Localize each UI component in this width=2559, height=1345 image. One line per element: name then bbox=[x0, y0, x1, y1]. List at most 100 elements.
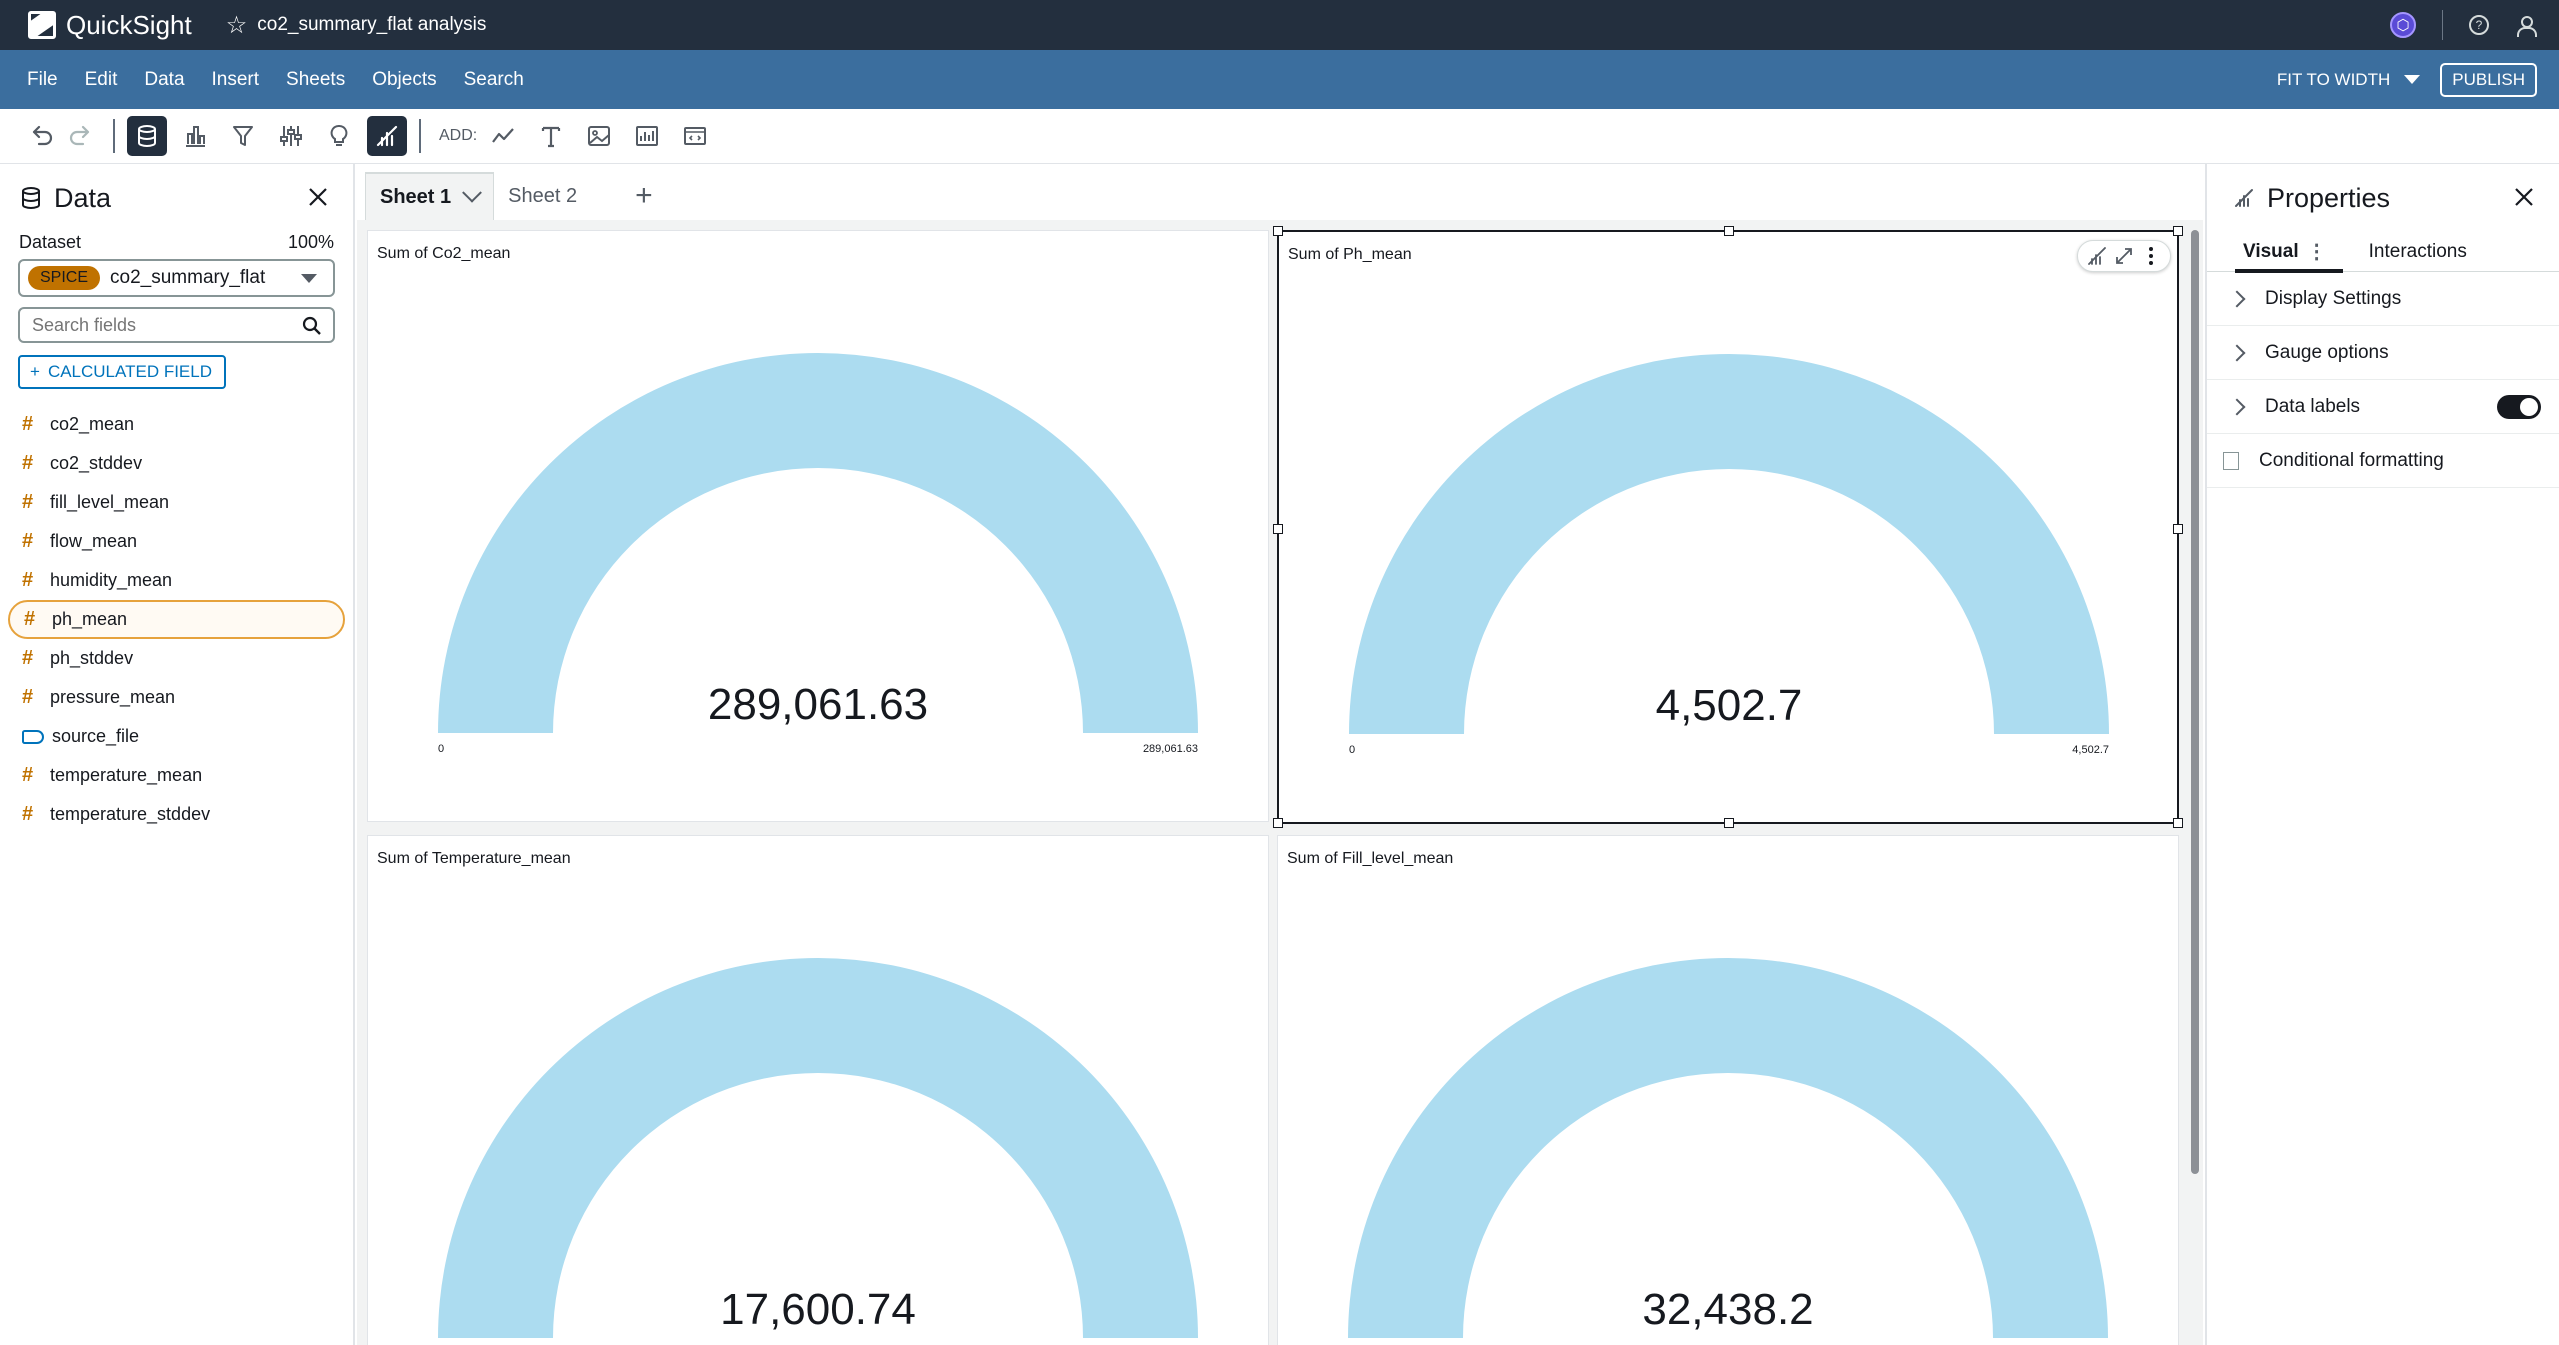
gauge-options-section[interactable]: Gauge options bbox=[2207, 326, 2559, 380]
calculated-field-button[interactable]: + CALCULATED FIELD bbox=[18, 355, 226, 389]
menu-file[interactable]: File bbox=[27, 69, 58, 91]
top-bar: QuickSight ☆ co2_summary_flat analysis ⬡… bbox=[0, 0, 2559, 50]
conditional-formatting-icon bbox=[2223, 451, 2239, 470]
resize-handle[interactable] bbox=[1273, 226, 1283, 236]
resize-handle[interactable] bbox=[1273, 818, 1283, 828]
publish-button[interactable]: PUBLISH bbox=[2440, 62, 2537, 97]
tab-visual[interactable]: Visual bbox=[2207, 241, 2315, 263]
spice-badge: SPICE bbox=[28, 266, 101, 290]
gauge-arc bbox=[438, 958, 1198, 1338]
data-labels-toggle[interactable] bbox=[2497, 394, 2541, 419]
resize-handle[interactable] bbox=[1724, 818, 1734, 828]
field-item[interactable]: # temperature_stddev bbox=[0, 795, 353, 834]
app-name: QuickSight bbox=[66, 9, 192, 40]
visual-title: Sum of Temperature_mean bbox=[377, 850, 571, 867]
toolbar: ADD: bbox=[0, 109, 2559, 164]
resize-handle[interactable] bbox=[2173, 524, 2183, 534]
text-icon[interactable] bbox=[531, 116, 571, 156]
field-item[interactable]: # co2_stddev bbox=[0, 444, 353, 483]
calculated-field-label: CALCULATED FIELD bbox=[47, 362, 212, 381]
field-name: humidity_mean bbox=[50, 570, 173, 590]
gauge-arc bbox=[438, 353, 1198, 733]
menu-insert[interactable]: Insert bbox=[212, 69, 260, 91]
resize-handle[interactable] bbox=[2173, 818, 2183, 828]
field-item[interactable]: # fill_level_mean bbox=[0, 483, 353, 522]
data-icon[interactable] bbox=[127, 116, 167, 156]
field-item[interactable]: # flow_mean bbox=[0, 522, 353, 561]
assistant-icon[interactable]: ⬡ bbox=[2390, 12, 2416, 38]
quicksight-logo[interactable]: QuickSight bbox=[28, 10, 192, 41]
menu-objects[interactable]: Objects bbox=[372, 69, 436, 91]
more-options-icon[interactable]: ⋮ bbox=[2307, 239, 2327, 264]
format-visual-icon[interactable] bbox=[2086, 245, 2108, 267]
data-labels-section[interactable]: Data labels bbox=[2207, 380, 2559, 434]
gauge-chart: 17,600.74 bbox=[438, 958, 1198, 1338]
field-item[interactable]: source_file bbox=[0, 717, 353, 756]
dataset-select[interactable]: SPICE co2_summary_flat bbox=[18, 259, 335, 297]
resize-handle[interactable] bbox=[1724, 226, 1734, 236]
close-icon[interactable] bbox=[2511, 184, 2537, 210]
redo-icon[interactable] bbox=[61, 116, 101, 156]
embed-icon[interactable] bbox=[675, 116, 715, 156]
search-fields-box[interactable] bbox=[18, 307, 335, 343]
expand-icon[interactable] bbox=[2113, 245, 2135, 267]
chevron-right-icon bbox=[2228, 398, 2246, 415]
fit-to-width-dropdown[interactable]: FIT TO WIDTH bbox=[2277, 70, 2421, 90]
line-chart-icon[interactable] bbox=[483, 116, 523, 156]
field-item-selected[interactable]: # ph_mean bbox=[8, 600, 345, 639]
visual-title: Sum of Ph_mean bbox=[1288, 246, 1412, 263]
tab-sheet-1[interactable]: Sheet 1 bbox=[365, 172, 495, 220]
properties-header: Properties bbox=[2207, 164, 2559, 232]
display-settings-section[interactable]: Display Settings bbox=[2207, 272, 2559, 326]
measure-icon: # bbox=[22, 686, 34, 708]
analysis-title[interactable]: co2_summary_flat analysis bbox=[257, 14, 486, 36]
close-icon[interactable] bbox=[305, 184, 331, 210]
gauge-visual[interactable]: 289,061.63 0 289,061.63 Sum of Co2_mean bbox=[367, 230, 1269, 822]
menu-sheets[interactable]: Sheets bbox=[286, 69, 345, 91]
measure-icon: # bbox=[22, 452, 34, 474]
field-item[interactable]: # humidity_mean bbox=[0, 561, 353, 600]
help-icon[interactable]: ? bbox=[2469, 15, 2489, 35]
field-item[interactable]: # ph_stddev bbox=[0, 639, 353, 678]
search-input[interactable] bbox=[32, 314, 292, 336]
tab-interactions[interactable]: Interactions bbox=[2353, 241, 2483, 263]
menu-data[interactable]: Data bbox=[144, 69, 184, 91]
resize-handle[interactable] bbox=[2173, 226, 2183, 236]
database-icon bbox=[22, 187, 40, 209]
section-label: Gauge options bbox=[2265, 341, 2389, 363]
more-options-icon[interactable] bbox=[2140, 245, 2162, 267]
field-name: co2_stddev bbox=[50, 453, 143, 473]
undo-icon[interactable] bbox=[21, 116, 61, 156]
properties-icon[interactable] bbox=[367, 116, 407, 156]
resize-handle[interactable] bbox=[1273, 524, 1283, 534]
insights-icon[interactable] bbox=[319, 116, 359, 156]
field-item[interactable]: # temperature_mean bbox=[0, 756, 353, 795]
insight-visual-icon[interactable] bbox=[627, 116, 667, 156]
visualize-icon[interactable] bbox=[175, 116, 215, 156]
gauge-visual[interactable]: 17,600.74 Sum of Temperature_mean bbox=[367, 835, 1269, 1345]
section-label: Data labels bbox=[2265, 395, 2361, 417]
canvas-scrollbar[interactable] bbox=[2191, 230, 2199, 1174]
toolbar-divider bbox=[419, 119, 421, 153]
conditional-formatting-section[interactable]: Conditional formatting bbox=[2207, 434, 2559, 488]
tab-sheet-2[interactable]: Sheet 2 bbox=[494, 172, 591, 220]
menu-search[interactable]: Search bbox=[464, 69, 524, 91]
user-icon[interactable] bbox=[2515, 15, 2537, 37]
image-icon[interactable] bbox=[579, 116, 619, 156]
measure-icon: # bbox=[22, 413, 34, 435]
gauge-arc bbox=[1349, 354, 2109, 734]
gauge-visual[interactable]: 32,438.2 Sum of Fill_level_mean bbox=[1277, 835, 2179, 1345]
star-icon[interactable]: ☆ bbox=[226, 11, 248, 40]
gauge-min-label: 0 bbox=[438, 743, 444, 755]
menu-edit[interactable]: Edit bbox=[85, 69, 118, 91]
field-item[interactable]: # pressure_mean bbox=[0, 678, 353, 717]
field-name: ph_stddev bbox=[50, 648, 134, 668]
add-sheet-button[interactable]: + bbox=[621, 172, 667, 220]
filter-icon[interactable] bbox=[223, 116, 263, 156]
field-name: flow_mean bbox=[50, 531, 138, 551]
field-item[interactable]: # co2_mean bbox=[0, 405, 353, 444]
search-icon[interactable] bbox=[301, 315, 323, 337]
chevron-down-icon[interactable] bbox=[462, 182, 483, 203]
parameters-icon[interactable] bbox=[271, 116, 311, 156]
gauge-visual-selected[interactable]: 4,502.7 0 4,502.7 Sum of Ph_mean bbox=[1273, 226, 2183, 828]
